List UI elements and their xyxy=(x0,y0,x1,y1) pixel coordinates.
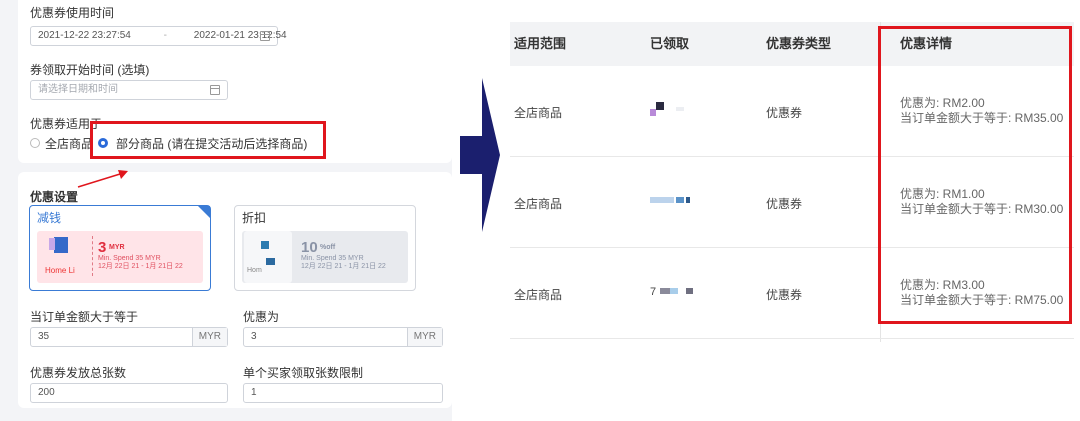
highlight-box-detail xyxy=(878,26,1072,324)
voucher-divider xyxy=(92,236,93,276)
claimed-blurred xyxy=(660,288,670,294)
claimed-blurred xyxy=(670,288,678,294)
shop-logo-blurred xyxy=(49,238,55,250)
claimed-blurred xyxy=(656,102,664,110)
discount-label: 优惠为 xyxy=(243,310,280,324)
coupon-form-panel: 优惠券使用时间 2021-12-22 23:27:54 - 2022-01-21… xyxy=(0,0,452,421)
percent-min-spend: Min. Spend 35 MYR xyxy=(301,255,364,262)
row-claimed: 7 xyxy=(650,286,657,298)
calendar-icon xyxy=(260,31,270,41)
discount-section-title: 优惠设置 xyxy=(30,190,79,204)
claimed-blurred xyxy=(686,197,690,203)
header-scope: 适用范围 xyxy=(514,36,567,51)
claimed-blurred xyxy=(650,109,656,116)
claimed-blurred xyxy=(650,197,674,203)
shop-logo-blurred xyxy=(54,237,68,253)
min-order-label: 当订单金额大于等于 xyxy=(30,310,139,324)
calendar-icon xyxy=(210,85,220,95)
header-claimed: 已领取 xyxy=(650,36,690,51)
currency-suffix: MYR xyxy=(191,328,227,346)
percent-validity: 12月 22日 21 - 1月 21日 22 xyxy=(301,263,386,270)
usage-end-value: 2022-01-21 23:12:54 xyxy=(193,30,287,41)
claim-time-label: 券领取开始时间 (选填) xyxy=(30,63,150,77)
claim-time-input[interactable]: 请选择日期和时间 xyxy=(30,80,228,100)
discount-value: 3 xyxy=(251,331,257,342)
percent-voucher-logo-area xyxy=(244,231,292,283)
highlight-box-partial xyxy=(90,121,326,159)
selected-check-icon xyxy=(198,206,210,218)
row-type: 优惠券 xyxy=(766,288,803,302)
shop-logo-blurred xyxy=(266,258,275,265)
scope-radio-all[interactable] xyxy=(30,138,40,148)
currency-suffix: MYR xyxy=(406,328,442,346)
type-percent-label: 折扣 xyxy=(242,211,267,225)
min-order-value: 35 xyxy=(38,331,50,342)
percent-unit: %off xyxy=(320,244,336,251)
claimed-blurred xyxy=(686,288,693,294)
row-scope: 全店商品 xyxy=(514,288,563,302)
cash-amount: 3 xyxy=(98,239,107,256)
per-buyer-label: 单个买家领取张数限制 xyxy=(243,366,364,380)
per-buyer-input[interactable]: 1 xyxy=(243,383,443,403)
usage-time-label: 优惠券使用时间 xyxy=(30,6,115,20)
right-arrow-icon xyxy=(460,78,500,232)
coupon-table: 适用范围 已领取 优惠券类型 优惠详情 全店商品 优惠券 优惠为: RM2.00… xyxy=(510,22,1074,342)
cash-validity: 12月 22日 21 - 1月 21日 22 xyxy=(98,263,183,270)
total-qty-label: 优惠券发放总张数 xyxy=(30,366,127,380)
claimed-blurred xyxy=(676,197,684,203)
usage-time-range-input[interactable]: 2021-12-22 23:27:54 - 2022-01-21 23:12:5… xyxy=(30,26,287,46)
percent-shop-text: Hom xyxy=(247,267,262,274)
claim-time-placeholder: 请选择日期和时间 xyxy=(38,84,118,95)
type-cash-label: 减钱 xyxy=(37,211,62,225)
cash-unit: MYR xyxy=(109,244,125,251)
discount-input[interactable]: 3 MYR xyxy=(243,327,443,347)
row-type: 优惠券 xyxy=(766,106,803,120)
total-qty-input[interactable]: 200 xyxy=(30,383,228,403)
red-pointer-arrow-icon xyxy=(77,170,128,188)
shop-logo-blurred xyxy=(261,241,269,249)
scope-option-all[interactable]: 全店商品 xyxy=(45,135,93,152)
header-type: 优惠券类型 xyxy=(766,36,832,51)
claimed-blurred xyxy=(676,107,684,111)
row-scope: 全店商品 xyxy=(514,106,563,120)
total-qty-value: 200 xyxy=(38,387,55,398)
row-scope: 全店商品 xyxy=(514,197,563,211)
per-buyer-value: 1 xyxy=(251,387,257,398)
percent-amount: 10 xyxy=(301,239,318,256)
cash-shop-text: Home Li xyxy=(45,266,75,275)
row-type: 优惠券 xyxy=(766,197,803,211)
range-separator: - xyxy=(163,30,167,41)
min-order-input[interactable]: 35 MYR xyxy=(30,327,228,347)
usage-start-value: 2021-12-22 23:27:54 xyxy=(38,30,131,41)
cash-min-spend: Min. Spend 35 MYR xyxy=(98,255,161,262)
